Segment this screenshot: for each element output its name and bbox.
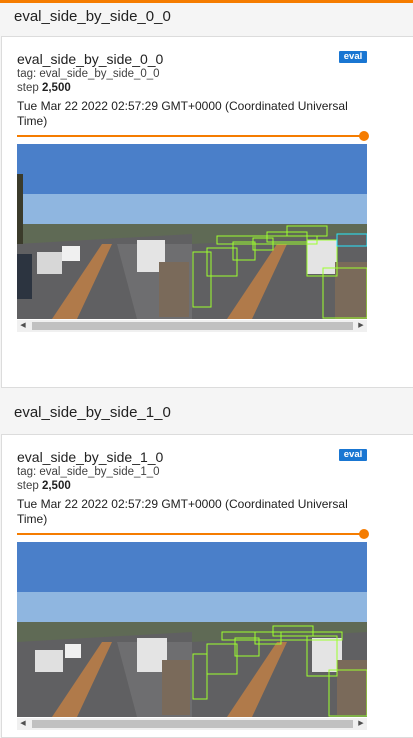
scrollbar-thumb[interactable] <box>32 720 353 728</box>
run-badge: eval <box>339 449 367 461</box>
step-label: step <box>17 480 39 492</box>
section-title: eval_side_by_side_0_0 <box>14 8 171 25</box>
road-scene-side-by-side-image <box>17 144 367 319</box>
scrollbar-thumb[interactable] <box>32 322 353 330</box>
run-badge: eval <box>339 51 367 63</box>
card-timestamp: Tue Mar 22 2022 02:57:29 GMT+0000 (Coord… <box>17 497 348 526</box>
section-header[interactable]: eval_side_by_side_0_0 <box>0 3 413 33</box>
step-slider-track[interactable] <box>17 533 362 535</box>
card-tag: tag: eval_side_by_side_0_0 <box>17 68 160 80</box>
image-card: eval_side_by_side_1_0 eval tag: eval_sid… <box>1 434 413 738</box>
card-tag: tag: eval_side_by_side_1_0 <box>17 466 160 478</box>
step-slider-track[interactable] <box>17 135 362 137</box>
road-scene-side-by-side-image <box>17 542 367 717</box>
scroll-right-arrow-icon[interactable]: ▶ <box>355 718 367 730</box>
step-value: 2,500 <box>41 82 71 94</box>
card-title: eval_side_by_side_0_0 <box>17 51 164 67</box>
horizontal-scrollbar[interactable]: ◀ ▶ <box>17 718 367 730</box>
section-title: eval_side_by_side_1_0 <box>14 404 171 421</box>
card-timestamp: Tue Mar 22 2022 02:57:29 GMT+0000 (Coord… <box>17 99 348 128</box>
image-card: eval_side_by_side_0_0 eval tag: eval_sid… <box>1 36 413 388</box>
section-header[interactable]: eval_side_by_side_1_0 <box>0 399 413 429</box>
card-title: eval_side_by_side_1_0 <box>17 449 164 465</box>
step-slider-thumb[interactable] <box>359 529 369 539</box>
scroll-left-arrow-icon[interactable]: ◀ <box>17 718 29 730</box>
scroll-left-arrow-icon[interactable]: ◀ <box>17 320 29 332</box>
card-step: step 2,500 <box>17 480 71 492</box>
horizontal-scrollbar[interactable]: ◀ ▶ <box>17 320 367 332</box>
card-step: step 2,500 <box>17 82 71 94</box>
step-value: 2,500 <box>41 480 71 492</box>
step-slider-thumb[interactable] <box>359 131 369 141</box>
step-label: step <box>17 82 39 94</box>
scroll-right-arrow-icon[interactable]: ▶ <box>355 320 367 332</box>
